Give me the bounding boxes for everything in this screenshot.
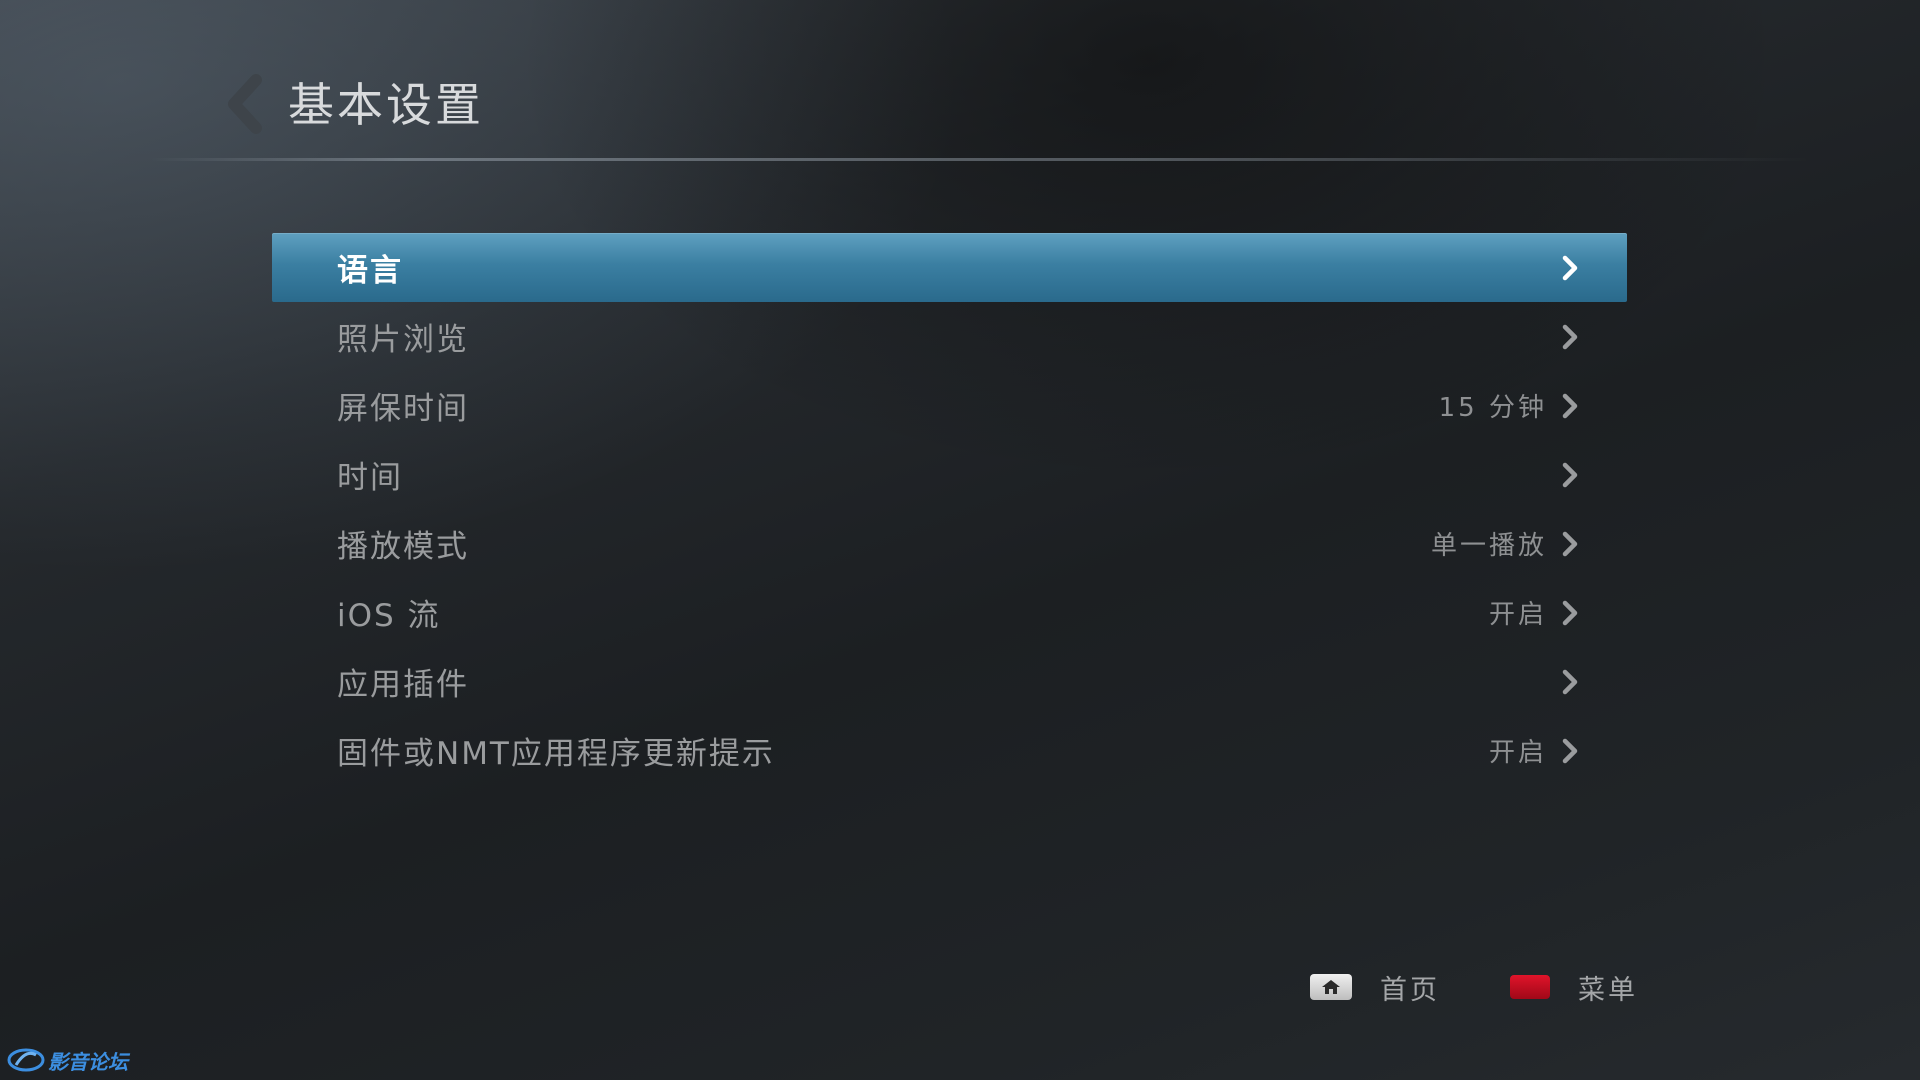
- chevron-right-icon: [1562, 393, 1578, 418]
- watermark-text: 影音论坛: [48, 1049, 128, 1074]
- red-button-icon[interactable]: [1510, 975, 1550, 999]
- home-label: 首页: [1380, 974, 1440, 1006]
- chevron-right-icon: [1562, 255, 1578, 280]
- menu-item-label: 照片浏览: [337, 322, 469, 358]
- menu-item-label: 应用插件: [337, 667, 469, 703]
- menu-item-label: 固件或NMT应用程序更新提示: [337, 736, 775, 772]
- menu-item-time[interactable]: 时间: [272, 440, 1627, 509]
- menu-item-screensaver-time[interactable]: 屏保时间 15 分钟: [272, 371, 1627, 440]
- page-title: 基本设置: [288, 78, 484, 132]
- menu-label: 菜单: [1578, 974, 1638, 1006]
- menu-item-photo-browse[interactable]: 照片浏览: [272, 302, 1627, 371]
- settings-menu: 语言 照片浏览 屏保时间 15 分钟 时间 播放模式 单一播放 iOS 流 开启…: [272, 233, 1627, 785]
- chevron-right-icon: [1562, 738, 1578, 763]
- menu-item-value: 单一播放: [1430, 531, 1547, 561]
- header: 基本设置: [0, 0, 1920, 161]
- menu-item-update-prompt[interactable]: 固件或NMT应用程序更新提示 开启: [272, 716, 1627, 785]
- back-chevron-icon[interactable]: [222, 74, 266, 134]
- menu-item-value: 开启: [1488, 738, 1547, 768]
- chevron-right-icon: [1562, 462, 1578, 487]
- menu-item-value: 开启: [1488, 600, 1547, 630]
- menu-item-play-mode[interactable]: 播放模式 单一播放: [272, 509, 1627, 578]
- menu-item-app-plugins[interactable]: 应用插件: [272, 647, 1627, 716]
- menu-item-label: 播放模式: [337, 529, 469, 565]
- watermark-logo-icon: [7, 1048, 45, 1072]
- chevron-right-icon: [1562, 531, 1578, 556]
- watermark: 影音论坛: [6, 1044, 128, 1076]
- menu-item-label: 时间: [337, 460, 403, 496]
- menu-item-language[interactable]: 语言: [272, 233, 1627, 302]
- menu-item-value: 15 分钟: [1438, 393, 1547, 423]
- menu-item-label: iOS 流: [337, 598, 441, 634]
- chevron-right-icon: [1562, 669, 1578, 694]
- settings-screen: 基本设置 语言 照片浏览 屏保时间 15 分钟 时间 播放模式 单一播放 iOS…: [0, 0, 1920, 1080]
- chevron-right-icon: [1562, 324, 1578, 349]
- menu-item-label: 屏保时间: [337, 391, 469, 427]
- menu-item-ios-stream[interactable]: iOS 流 开启: [272, 578, 1627, 647]
- home-glyph-icon: [1322, 980, 1340, 994]
- footer-hints: 首页 菜单: [1310, 965, 1638, 1009]
- chevron-right-icon: [1562, 600, 1578, 625]
- menu-item-label: 语言: [337, 253, 403, 289]
- header-divider: [150, 158, 1810, 161]
- home-icon[interactable]: [1310, 974, 1352, 1000]
